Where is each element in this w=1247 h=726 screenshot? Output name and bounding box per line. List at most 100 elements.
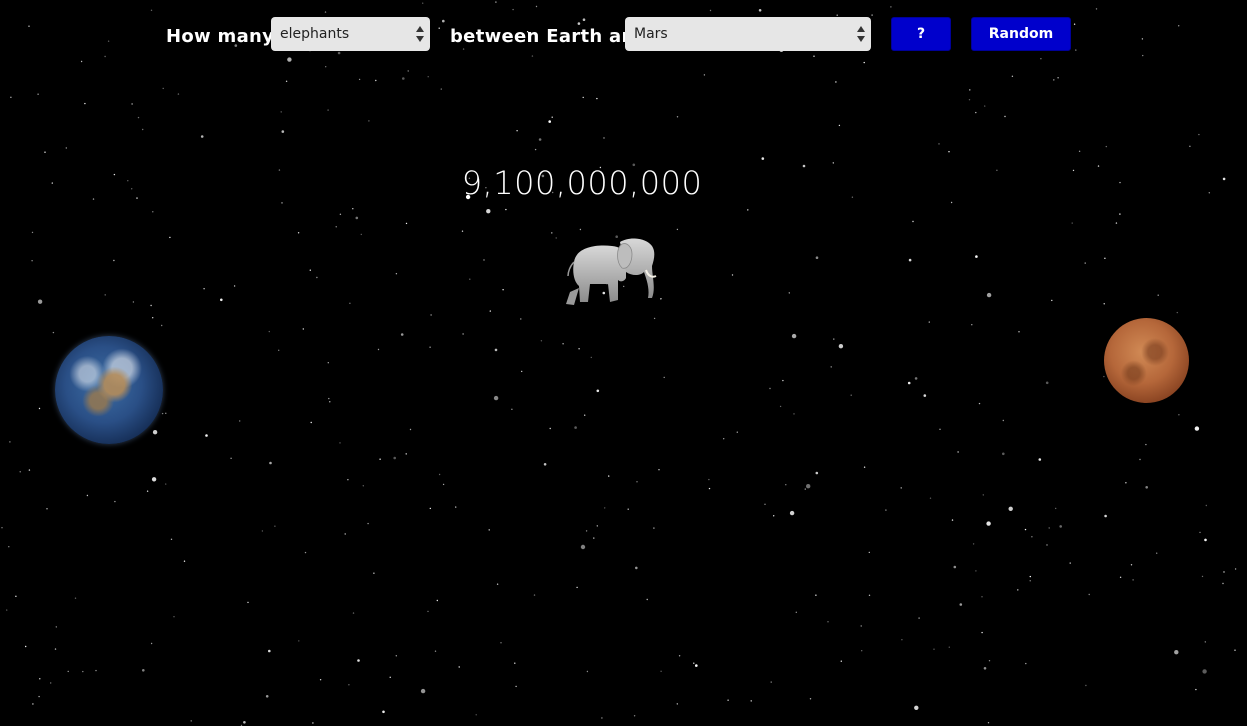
star [28, 469, 31, 471]
star [736, 431, 738, 433]
star [1018, 331, 1020, 333]
star [1234, 649, 1236, 651]
star [1057, 77, 1059, 79]
star [46, 508, 48, 510]
star [982, 494, 984, 496]
random-button[interactable]: Random [971, 17, 1071, 51]
star [601, 717, 603, 719]
star [1174, 650, 1179, 655]
star [114, 500, 116, 503]
star [440, 88, 442, 90]
star [19, 471, 21, 473]
star [177, 93, 180, 95]
star [769, 387, 771, 390]
star [959, 603, 963, 606]
star [708, 487, 711, 490]
star [806, 484, 811, 489]
star [764, 503, 766, 505]
star [586, 670, 589, 673]
star [788, 292, 790, 294]
star [377, 348, 380, 351]
star [1072, 169, 1075, 172]
star [1073, 23, 1076, 25]
star [727, 699, 729, 701]
between-label: between Earth and [450, 26, 648, 47]
star [830, 366, 832, 368]
star [968, 99, 971, 101]
star [933, 648, 935, 650]
star [422, 2, 424, 4]
star [950, 201, 953, 204]
star [912, 220, 914, 223]
star [988, 660, 991, 662]
result-count: 9,100,000,000 [461, 164, 703, 202]
star [161, 412, 164, 415]
star [969, 89, 971, 91]
star [54, 648, 57, 650]
star [324, 11, 327, 13]
star [113, 173, 116, 176]
star [538, 138, 542, 141]
star [169, 236, 171, 239]
help-button[interactable]: ? [891, 17, 951, 51]
star [901, 639, 903, 641]
star [74, 597, 77, 599]
star [948, 151, 950, 153]
star [136, 197, 138, 199]
star [430, 314, 432, 316]
star [1222, 177, 1226, 181]
star [833, 338, 835, 340]
star [38, 695, 40, 698]
star [551, 232, 553, 234]
star [562, 343, 564, 345]
star [914, 377, 918, 380]
star [908, 258, 912, 262]
star [494, 348, 498, 352]
star [469, 278, 471, 280]
star [92, 198, 95, 200]
star [851, 196, 854, 198]
star [1002, 452, 1005, 456]
star [708, 478, 710, 481]
star [1194, 426, 1200, 431]
star [51, 182, 53, 184]
star [405, 453, 407, 455]
star [142, 669, 145, 672]
star [1176, 311, 1179, 314]
mars-icon [1104, 318, 1189, 403]
star [220, 298, 223, 302]
star [393, 456, 397, 460]
star [596, 525, 598, 527]
star [972, 543, 975, 545]
star [50, 682, 52, 684]
star [635, 566, 638, 570]
star [1178, 25, 1180, 27]
star [436, 599, 438, 602]
star [488, 529, 490, 531]
star [200, 135, 204, 138]
star [1145, 443, 1147, 446]
star [1234, 568, 1237, 570]
object-select[interactable]: elephants [271, 17, 430, 51]
star [38, 407, 41, 410]
star [337, 51, 341, 55]
star [1222, 582, 1224, 585]
star [113, 259, 115, 262]
star [676, 228, 679, 231]
star [1204, 538, 1207, 542]
star [362, 485, 364, 487]
star [152, 211, 154, 213]
starfield [1, 1, 1237, 726]
star [489, 310, 491, 312]
star [278, 349, 280, 351]
star [975, 111, 977, 114]
star [676, 116, 679, 118]
star [658, 469, 660, 471]
star [265, 695, 269, 698]
star [395, 655, 397, 657]
planet-select[interactable]: Mars [625, 17, 871, 51]
star [515, 685, 517, 688]
star [65, 147, 68, 149]
star [496, 583, 499, 585]
star [520, 318, 522, 320]
